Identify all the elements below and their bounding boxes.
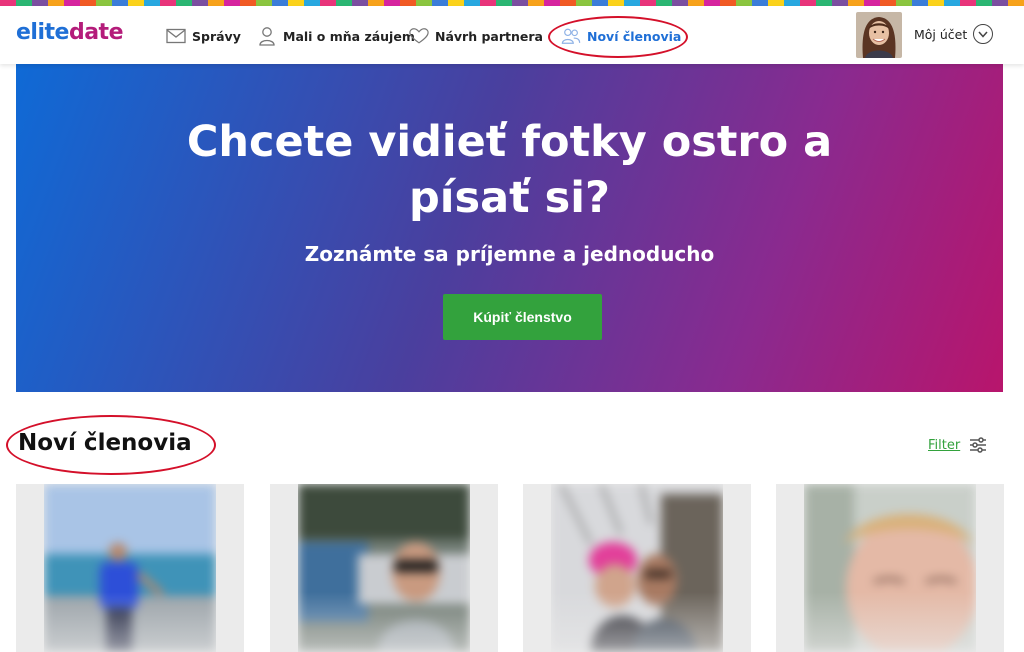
envelope-icon [166, 26, 186, 46]
member-card[interactable] [523, 484, 751, 652]
sliders-icon [968, 436, 988, 454]
card-fade [523, 592, 751, 652]
my-account-menu[interactable]: Môj účet [914, 24, 994, 44]
filter-button[interactable]: Filter [928, 436, 988, 454]
nav-partner-suggestion[interactable]: Návrh partnera [409, 24, 543, 48]
elitedate-logo[interactable]: elitedate [16, 20, 123, 45]
nav-messages[interactable]: Správy [166, 24, 241, 48]
filter-label: Filter [928, 437, 961, 453]
card-fade [16, 592, 244, 652]
promo-headline: Chcete vidieť fotky ostro a písať si? [186, 117, 833, 223]
promo-subtitle: Zoznámte sa príjemne a jednoducho [304, 242, 715, 266]
annotation-circle-title [6, 415, 216, 475]
person-icon [257, 26, 277, 46]
annotation-circle-nav [548, 16, 688, 58]
member-card[interactable] [270, 484, 498, 652]
member-card[interactable] [776, 484, 1004, 652]
top-navigation-bar: elitedate Správy Mali o mňa záujem Návrh… [0, 6, 1024, 64]
nav-interested-label: Mali o mňa záujem [283, 28, 415, 44]
heart-icon [409, 26, 429, 46]
my-account-label: Môj účet [914, 26, 968, 42]
membership-promo-banner: Chcete vidieť fotky ostro a písať si? Zo… [16, 64, 1003, 392]
member-card[interactable] [16, 484, 244, 652]
buy-membership-button[interactable]: Kúpiť členstvo [443, 294, 602, 340]
avatar[interactable] [856, 12, 902, 58]
nav-messages-label: Správy [192, 28, 241, 44]
nav-partner-label: Návrh partnera [435, 28, 543, 44]
chevron-down-icon [973, 24, 994, 44]
nav-interested-in-me[interactable]: Mali o mňa záujem [257, 24, 415, 48]
card-fade [270, 592, 498, 652]
card-fade [776, 592, 1004, 652]
